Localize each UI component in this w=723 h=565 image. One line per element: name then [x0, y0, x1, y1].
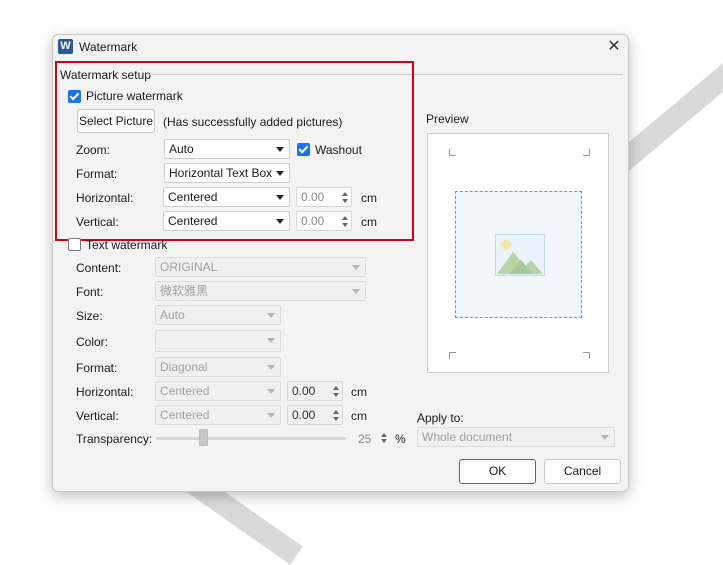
cancel-button[interactable]: Cancel — [544, 459, 621, 484]
apply-to-value: Whole document — [422, 430, 513, 444]
margin-corner-bottom-left — [449, 352, 456, 359]
chevron-down-icon — [267, 313, 275, 318]
chevron-down-icon — [267, 338, 275, 343]
text-horizontal-value: Centered — [160, 384, 210, 398]
color-label: Color: — [76, 335, 109, 349]
chevron-down-icon — [267, 389, 275, 394]
content-value: ORIGINAL — [160, 260, 218, 274]
close-icon[interactable]: ✕ — [604, 37, 624, 57]
font-select[interactable]: 微软雅黑 — [155, 281, 366, 301]
transparency-spinner[interactable] — [379, 431, 389, 445]
chevron-down-icon — [267, 413, 275, 418]
size-select[interactable]: Auto — [155, 305, 281, 325]
watermark-dialog: W Watermark ✕ Watermark setup Picture wa… — [52, 34, 629, 492]
text-horizontal-label: Horizontal: — [76, 385, 134, 399]
text-format-label: Format: — [76, 361, 118, 375]
size-label: Size: — [76, 309, 103, 323]
text-format-value: Diagonal — [160, 360, 208, 374]
image-icon — [495, 234, 545, 276]
highlight-box — [55, 61, 414, 241]
text-horizontal-select[interactable]: Centered — [155, 381, 281, 401]
text-vertical-value: Centered — [160, 408, 210, 422]
text-vertical-unit: cm — [351, 409, 367, 423]
spin-down-icon[interactable] — [333, 393, 339, 397]
preview-pane — [427, 133, 609, 373]
preview-label: Preview — [426, 112, 469, 126]
chevron-down-icon — [601, 435, 609, 440]
spin-down-icon[interactable] — [333, 417, 339, 421]
apply-to-label: Apply to: — [417, 411, 464, 425]
chevron-down-icon — [267, 365, 275, 370]
spin-down-icon[interactable] — [381, 439, 387, 443]
text-horizontal-unit: cm — [351, 385, 367, 399]
transparency-slider-thumb[interactable] — [199, 429, 208, 446]
size-value: Auto — [160, 308, 185, 322]
font-value: 微软雅黑 — [160, 284, 209, 298]
text-horizontal-offset[interactable]: 0.00 — [287, 381, 343, 401]
spin-up-icon[interactable] — [333, 410, 339, 414]
text-vertical-offset-value: 0.00 — [292, 408, 316, 422]
apply-to-select[interactable]: Whole document — [417, 427, 615, 447]
margin-corner-bottom-right — [583, 352, 590, 359]
spin-up-icon[interactable] — [333, 386, 339, 390]
transparency-label: Transparency: — [76, 432, 153, 446]
ok-button[interactable]: OK — [459, 459, 536, 484]
text-horizontal-offset-value: 0.00 — [292, 384, 316, 398]
transparency-value: 25 — [358, 432, 372, 446]
text-vertical-offset[interactable]: 0.00 — [287, 405, 343, 425]
spin-up-icon[interactable] — [381, 433, 387, 437]
text-vertical-label: Vertical: — [76, 409, 119, 423]
text-format-select[interactable]: Diagonal — [155, 357, 281, 377]
font-label: Font: — [76, 285, 104, 299]
transparency-slider-track[interactable] — [156, 437, 346, 440]
margin-corner-top-right — [583, 149, 590, 156]
word-app-icon: W — [58, 39, 73, 54]
content-label: Content: — [76, 261, 122, 275]
text-watermark-label[interactable]: Text watermark — [86, 238, 167, 252]
content-select[interactable]: ORIGINAL — [155, 257, 366, 277]
text-vertical-select[interactable]: Centered — [155, 405, 281, 425]
dialog-title: Watermark — [79, 40, 138, 54]
color-select[interactable] — [155, 330, 281, 352]
text-watermark-checkbox[interactable] — [68, 238, 81, 251]
chevron-down-icon — [352, 289, 360, 294]
transparency-unit: % — [395, 432, 406, 446]
background-stripe — [615, 31, 723, 171]
chevron-down-icon — [352, 265, 360, 270]
margin-corner-top-left — [449, 149, 456, 156]
